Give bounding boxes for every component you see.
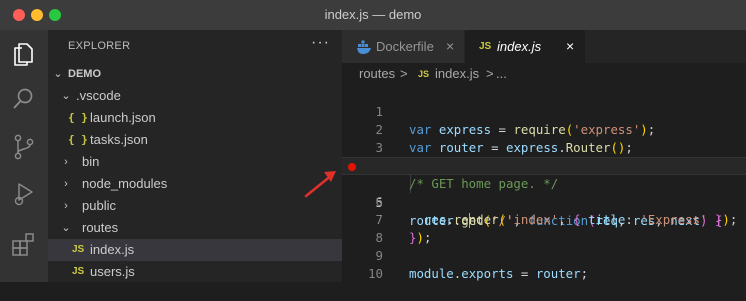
breadcrumb-separator: > [400,66,408,81]
chevron-down-icon: ⌄ [61,90,71,102]
tree-item-label: index.js [90,242,135,257]
editor-tabs: Dockerfile × JS index.js × [342,30,746,63]
code-line[interactable]: 8 [342,211,746,245]
tree-item-label: node_modules [82,176,168,191]
tree-item-label: launch.json [90,110,156,125]
close-tab-icon[interactable]: × [446,30,454,63]
json-file-icon: { } [68,133,88,146]
tab-label: Dockerfile [376,39,434,54]
chevron-right-icon: › [64,156,68,168]
explorer-icon[interactable] [10,40,38,68]
activity-bar [0,30,48,282]
source-control-icon[interactable] [10,133,38,161]
tree-file-launch-json[interactable]: { } launch.json [48,107,342,129]
chevron-down-icon: ⌄ [61,222,71,234]
js-file-icon: JS [72,266,85,277]
code-line[interactable]: 7 }); [342,193,746,245]
more-actions-icon[interactable]: ··· [311,34,330,52]
code-line-current[interactable]: 5 router.get('/', function(req, res, nex… [342,157,746,228]
line-number: 10 [368,266,383,281]
code-line[interactable]: 9 module.exports = router; [342,229,746,281]
tree-item-label: .vscode [76,88,121,103]
tree-folder-routes[interactable]: ⌄ routes [48,217,342,239]
tree-folder-vscode[interactable]: ⌄ .vscode [48,85,342,107]
title-bar: index.js — demo [0,0,746,30]
tab-label: index.js [497,39,542,54]
tree-folder-node-modules[interactable]: › node_modules [48,173,342,195]
explorer-sidebar: EXPLORER ··· ⌄ DEMO ⌄ .vscode { } launch… [48,30,342,282]
js-file-icon: JS [418,69,430,79]
breadcrumb: routes > JS index.js > ... [342,63,746,85]
run-debug-icon[interactable] [10,180,38,208]
extensions-icon[interactable] [10,230,38,258]
breadcrumb-folder[interactable]: routes [359,63,395,85]
js-file-icon: JS [72,244,85,255]
chevron-down-icon: ⌄ [53,68,63,80]
code-line[interactable]: 3 [342,121,746,155]
json-file-icon: { } [68,111,88,124]
code-editor[interactable]: 1 var express = require('express'); 2 va… [342,85,746,282]
tree-file-index-js[interactable]: JS index.js [48,239,342,261]
tree-item-label: bin [82,154,100,169]
window-title: index.js — demo [324,7,422,22]
js-file-icon: JS [479,41,492,52]
tree-item-label: public [82,198,116,213]
code-line[interactable]: 1 var express = require('express'); [342,85,746,137]
explorer-header: EXPLORER [68,40,131,52]
tree-item-label: users.js [90,264,135,279]
chevron-right-icon: › [64,200,68,212]
vscode-window: index.js — demo EXPLORER ··· ⌄ DEMO ⌄ .v… [0,0,746,282]
breadcrumb-more[interactable]: ... [496,63,507,85]
tree-folder-bin[interactable]: › bin [48,151,342,173]
tree-item-label: DEMO [68,68,101,80]
tab-index-js[interactable]: JS index.js × [465,30,585,63]
code-line[interactable]: 4 /* GET home page. */ [342,139,746,191]
code-text: module.exports = router; [409,266,589,281]
breadcrumb-file[interactable]: index.js [435,63,479,85]
annotation-arrow [304,171,336,198]
close-tab-icon[interactable]: × [566,30,574,63]
tree-file-tasks-json[interactable]: { } tasks.json [48,129,342,151]
search-icon[interactable] [10,85,38,113]
code-line[interactable]: 10 [342,247,746,281]
tree-root-demo[interactable]: ⌄ DEMO [48,63,342,85]
tree-item-label: tasks.json [90,132,148,147]
breadcrumb-separator: > [486,66,494,81]
tree-folder-public[interactable]: › public [48,195,342,217]
tree-file-users-js[interactable]: JS users.js [48,261,342,283]
chevron-right-icon: › [64,178,68,190]
breakpoint-icon[interactable] [348,163,356,171]
tab-dockerfile[interactable]: Dockerfile × [342,30,464,63]
tree-item-label: routes [82,220,119,235]
code-line[interactable]: 6 res.render('index', { title: 'Express'… [342,175,746,227]
code-line[interactable]: 2 var router = express.Router(); [342,103,746,155]
